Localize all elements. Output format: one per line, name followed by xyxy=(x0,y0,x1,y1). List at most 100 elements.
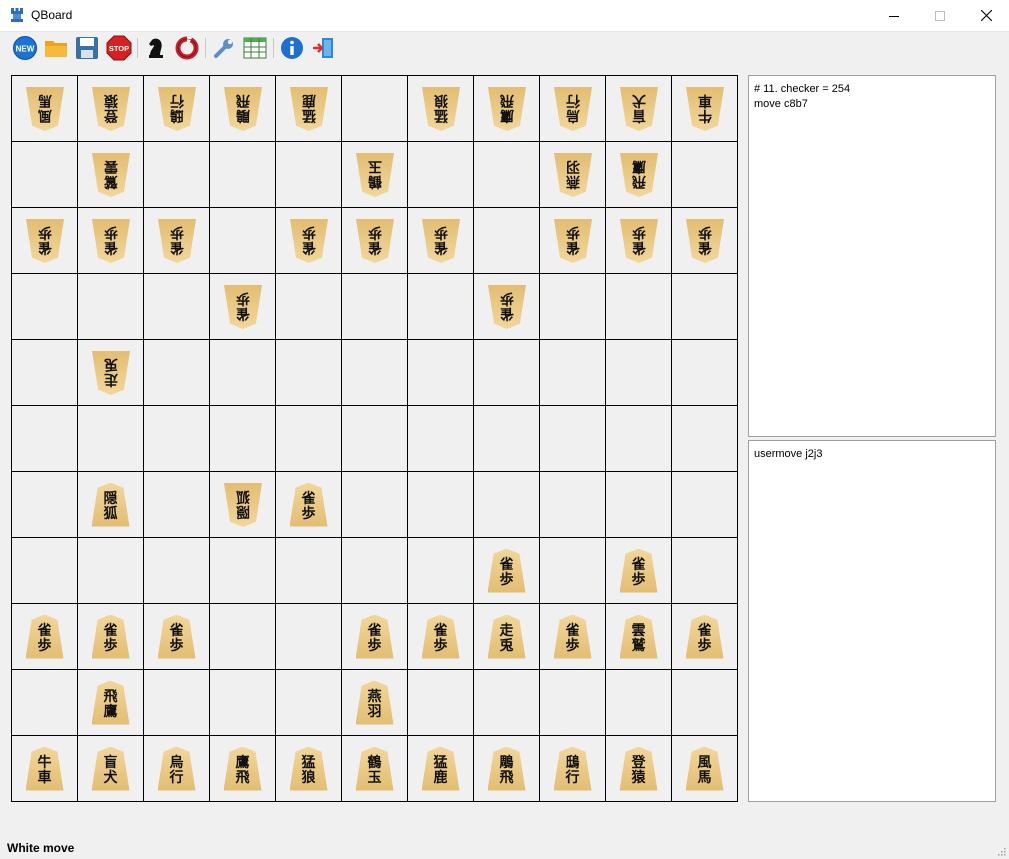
black-piece[interactable]: 雀歩 xyxy=(686,219,724,263)
white-piece[interactable]: 雀歩 xyxy=(421,614,460,659)
board-square[interactable]: 鴟行 xyxy=(540,736,606,802)
board-square[interactable] xyxy=(540,538,606,604)
board-square[interactable] xyxy=(210,208,276,274)
board-square[interactable] xyxy=(144,538,210,604)
board-square[interactable] xyxy=(210,142,276,208)
board-square[interactable]: 雀歩 xyxy=(12,208,78,274)
board-square[interactable]: 牛車 xyxy=(12,736,78,802)
board-square[interactable] xyxy=(78,406,144,472)
board-square[interactable]: 鷹飛 xyxy=(210,736,276,802)
board-square[interactable] xyxy=(276,538,342,604)
board-square[interactable] xyxy=(342,538,408,604)
board-square[interactable]: 雀歩 xyxy=(672,208,738,274)
engine-button[interactable] xyxy=(143,35,169,61)
board-square[interactable]: 猛狼 xyxy=(408,76,474,142)
board-square[interactable] xyxy=(408,472,474,538)
board-square[interactable]: 雀歩 xyxy=(144,208,210,274)
board-square[interactable] xyxy=(408,538,474,604)
board-square[interactable] xyxy=(210,538,276,604)
white-piece[interactable]: 猛鹿 xyxy=(421,746,460,791)
white-piece[interactable]: 鷹飛 xyxy=(223,746,262,791)
board-square[interactable]: 雀歩 xyxy=(606,208,672,274)
board-square[interactable] xyxy=(474,670,540,736)
black-piece[interactable]: 雀歩 xyxy=(158,219,196,263)
black-piece[interactable]: 鵰飛 xyxy=(224,87,262,131)
open-button[interactable] xyxy=(43,35,69,61)
white-piece[interactable]: 雀歩 xyxy=(91,614,130,659)
board-square[interactable]: 雀歩 xyxy=(474,274,540,340)
black-piece[interactable]: 鷲雲 xyxy=(92,153,130,197)
board-square[interactable]: 雀歩 xyxy=(342,604,408,670)
board-square[interactable] xyxy=(606,670,672,736)
engine-output-panel[interactable]: # 11. checker = 254 move c8b7 xyxy=(748,75,996,437)
board-square[interactable]: 雀歩 xyxy=(12,604,78,670)
board-square[interactable]: 猛鹿 xyxy=(276,76,342,142)
board-square[interactable] xyxy=(78,274,144,340)
white-piece[interactable]: 雀歩 xyxy=(25,614,64,659)
board-square[interactable] xyxy=(408,406,474,472)
board-square[interactable] xyxy=(672,538,738,604)
board-square[interactable] xyxy=(474,208,540,274)
board-square[interactable] xyxy=(210,406,276,472)
board-square[interactable]: 盲犬 xyxy=(606,76,672,142)
white-piece[interactable]: 猛狼 xyxy=(289,746,328,791)
black-piece[interactable]: 雀歩 xyxy=(422,219,460,263)
board-square[interactable] xyxy=(672,340,738,406)
board-square[interactable] xyxy=(342,472,408,538)
board-square[interactable]: 雀歩 xyxy=(540,208,606,274)
board-square[interactable] xyxy=(408,142,474,208)
board-square[interactable] xyxy=(210,604,276,670)
settings-button[interactable] xyxy=(211,35,237,61)
exit-button[interactable] xyxy=(310,35,336,61)
black-piece[interactable]: 雀歩 xyxy=(92,219,130,263)
game-board[interactable]: 風馬登猿鴟行鵰飛猛鹿猛狼鷹飛烏行盲犬牛車鷲雲鶴玉燕羽飛鷹雀歩雀歩雀歩雀歩雀歩雀歩… xyxy=(11,75,738,802)
board-square[interactable]: 盲犬 xyxy=(78,736,144,802)
board-square[interactable] xyxy=(210,340,276,406)
board-square[interactable] xyxy=(342,340,408,406)
board-square[interactable]: 燕羽 xyxy=(342,670,408,736)
black-piece[interactable]: 走兎 xyxy=(92,351,130,395)
board-square[interactable] xyxy=(12,670,78,736)
board-square[interactable]: 猛狼 xyxy=(276,736,342,802)
board-square[interactable] xyxy=(276,670,342,736)
white-piece[interactable]: 鶴玉 xyxy=(355,746,394,791)
board-square[interactable]: 雀歩 xyxy=(474,538,540,604)
white-piece[interactable]: 鵰飛 xyxy=(487,746,526,791)
board-square[interactable] xyxy=(276,406,342,472)
board-square[interactable] xyxy=(144,274,210,340)
black-piece[interactable]: 雀歩 xyxy=(26,219,64,263)
board-square[interactable]: 隠狐 xyxy=(78,472,144,538)
white-piece[interactable]: 雀歩 xyxy=(355,614,394,659)
board-square[interactable] xyxy=(12,406,78,472)
maximize-button[interactable] xyxy=(917,0,963,31)
board-square[interactable]: 鷲雲 xyxy=(78,142,144,208)
board-square[interactable]: 雀歩 xyxy=(144,604,210,670)
board-square[interactable] xyxy=(12,142,78,208)
white-piece[interactable]: 雀歩 xyxy=(157,614,196,659)
black-piece[interactable]: 鶴玉 xyxy=(356,153,394,197)
save-button[interactable] xyxy=(74,35,100,61)
white-piece[interactable]: 走兎 xyxy=(487,614,526,659)
board-square[interactable] xyxy=(672,670,738,736)
board-square[interactable] xyxy=(276,142,342,208)
board-square[interactable] xyxy=(144,340,210,406)
board-square[interactable]: 雀歩 xyxy=(78,208,144,274)
board-square[interactable] xyxy=(342,274,408,340)
board-square[interactable] xyxy=(276,604,342,670)
board-square[interactable]: 登猿 xyxy=(606,736,672,802)
white-piece[interactable]: 雀歩 xyxy=(289,482,328,527)
board-square[interactable] xyxy=(408,670,474,736)
board-square[interactable]: 燕羽 xyxy=(540,142,606,208)
white-piece[interactable]: 登猿 xyxy=(619,746,658,791)
board-square[interactable] xyxy=(144,142,210,208)
board-square[interactable] xyxy=(210,670,276,736)
board-square[interactable]: 雲鷲 xyxy=(606,604,672,670)
board-square[interactable] xyxy=(672,142,738,208)
board-square[interactable]: 飛鷹 xyxy=(606,142,672,208)
board-square[interactable]: 雀歩 xyxy=(408,604,474,670)
close-button[interactable] xyxy=(963,0,1009,31)
board-square[interactable]: 牛車 xyxy=(672,76,738,142)
board-square[interactable] xyxy=(144,472,210,538)
board-square[interactable] xyxy=(12,472,78,538)
board-square[interactable]: 烏行 xyxy=(540,76,606,142)
